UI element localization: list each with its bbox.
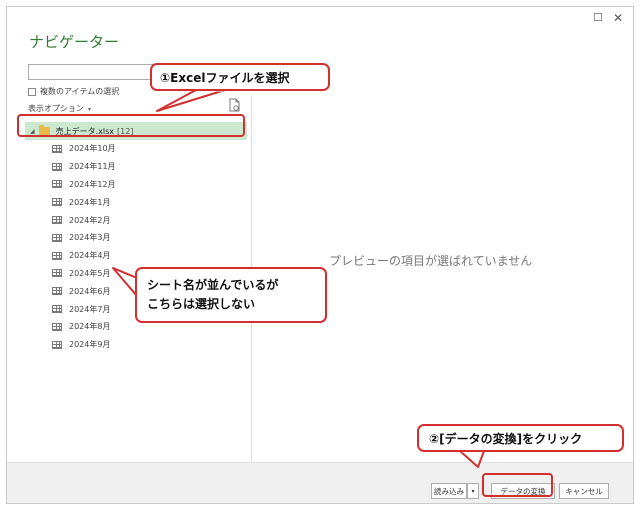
table-icon — [52, 287, 62, 296]
button-highlight-box — [482, 473, 553, 497]
sheet-label: 2024年5月 — [69, 268, 111, 278]
table-icon — [52, 144, 62, 153]
maximize-icon[interactable]: ☐ — [593, 11, 603, 24]
dialog-title: ナビゲーター — [29, 33, 120, 51]
callout-select-file: ①Excelファイルを選択 — [150, 63, 330, 91]
sheet-item[interactable]: 2024年4月 — [25, 247, 247, 265]
sheet-label: 2024年11月 — [69, 162, 116, 172]
sheet-label: 2024年9月 — [69, 340, 111, 350]
sheet-label: 2024年2月 — [69, 215, 111, 225]
sheet-item[interactable]: 2024年12月 — [25, 176, 247, 194]
table-icon — [52, 322, 62, 331]
cancel-button[interactable]: キャンセル — [559, 483, 609, 499]
load-button[interactable]: 読み込み — [431, 483, 467, 499]
table-icon — [52, 340, 62, 349]
display-options-button[interactable]: 表示オプション ▾ — [28, 103, 91, 114]
table-icon — [52, 162, 62, 171]
sheet-label: 2024年8月 — [69, 322, 111, 332]
sheet-label: 2024年10月 — [69, 144, 116, 154]
table-icon — [52, 269, 62, 278]
load-dropdown-button[interactable]: ▾ — [467, 483, 479, 499]
chevron-down-icon: ▾ — [88, 106, 92, 113]
preview-empty-message: プレビューの項目が選ばれていません — [329, 254, 533, 268]
callout-click-transform: ②[データの変換]をクリック — [417, 424, 624, 452]
table-icon — [52, 180, 62, 189]
table-icon — [52, 305, 62, 314]
sheet-item[interactable]: 2024年1月 — [25, 193, 247, 211]
table-icon — [52, 233, 62, 242]
sheet-label: 2024年6月 — [69, 286, 111, 296]
sheet-label: 2024年4月 — [69, 251, 111, 261]
sheet-item[interactable]: 2024年3月 — [25, 229, 247, 247]
refresh-document-icon[interactable] — [229, 98, 241, 112]
callout-sheet-note-line2: こちらは選択しない — [147, 297, 256, 311]
table-icon — [52, 216, 62, 225]
display-options-label: 表示オプション — [28, 104, 84, 113]
multi-select-option[interactable]: 複数のアイテムの選択 — [28, 86, 119, 97]
close-icon[interactable]: ✕ — [613, 11, 623, 25]
sheet-label: 2024年1月 — [69, 197, 111, 207]
sheet-item[interactable]: 2024年11月 — [25, 158, 247, 176]
multi-select-label: 複数のアイテムの選択 — [40, 87, 120, 96]
sheet-label: 2024年3月 — [69, 233, 111, 243]
sheet-item[interactable]: 2024年10月 — [25, 140, 247, 158]
sheet-item[interactable]: 2024年2月 — [25, 211, 247, 229]
table-icon — [52, 198, 62, 207]
sheet-item[interactable]: 2024年9月 — [25, 336, 247, 354]
sheet-label: 2024年12月 — [69, 179, 116, 189]
file-highlight-box — [17, 114, 245, 137]
multi-select-checkbox[interactable] — [28, 87, 36, 96]
callout-sheet-note-line1: シート名が並んでいるが — [147, 278, 279, 292]
table-icon — [52, 251, 62, 260]
sheet-label: 2024年7月 — [69, 304, 111, 314]
callout-sheet-note: シート名が並んでいるが こちらは選択しない — [135, 267, 327, 323]
